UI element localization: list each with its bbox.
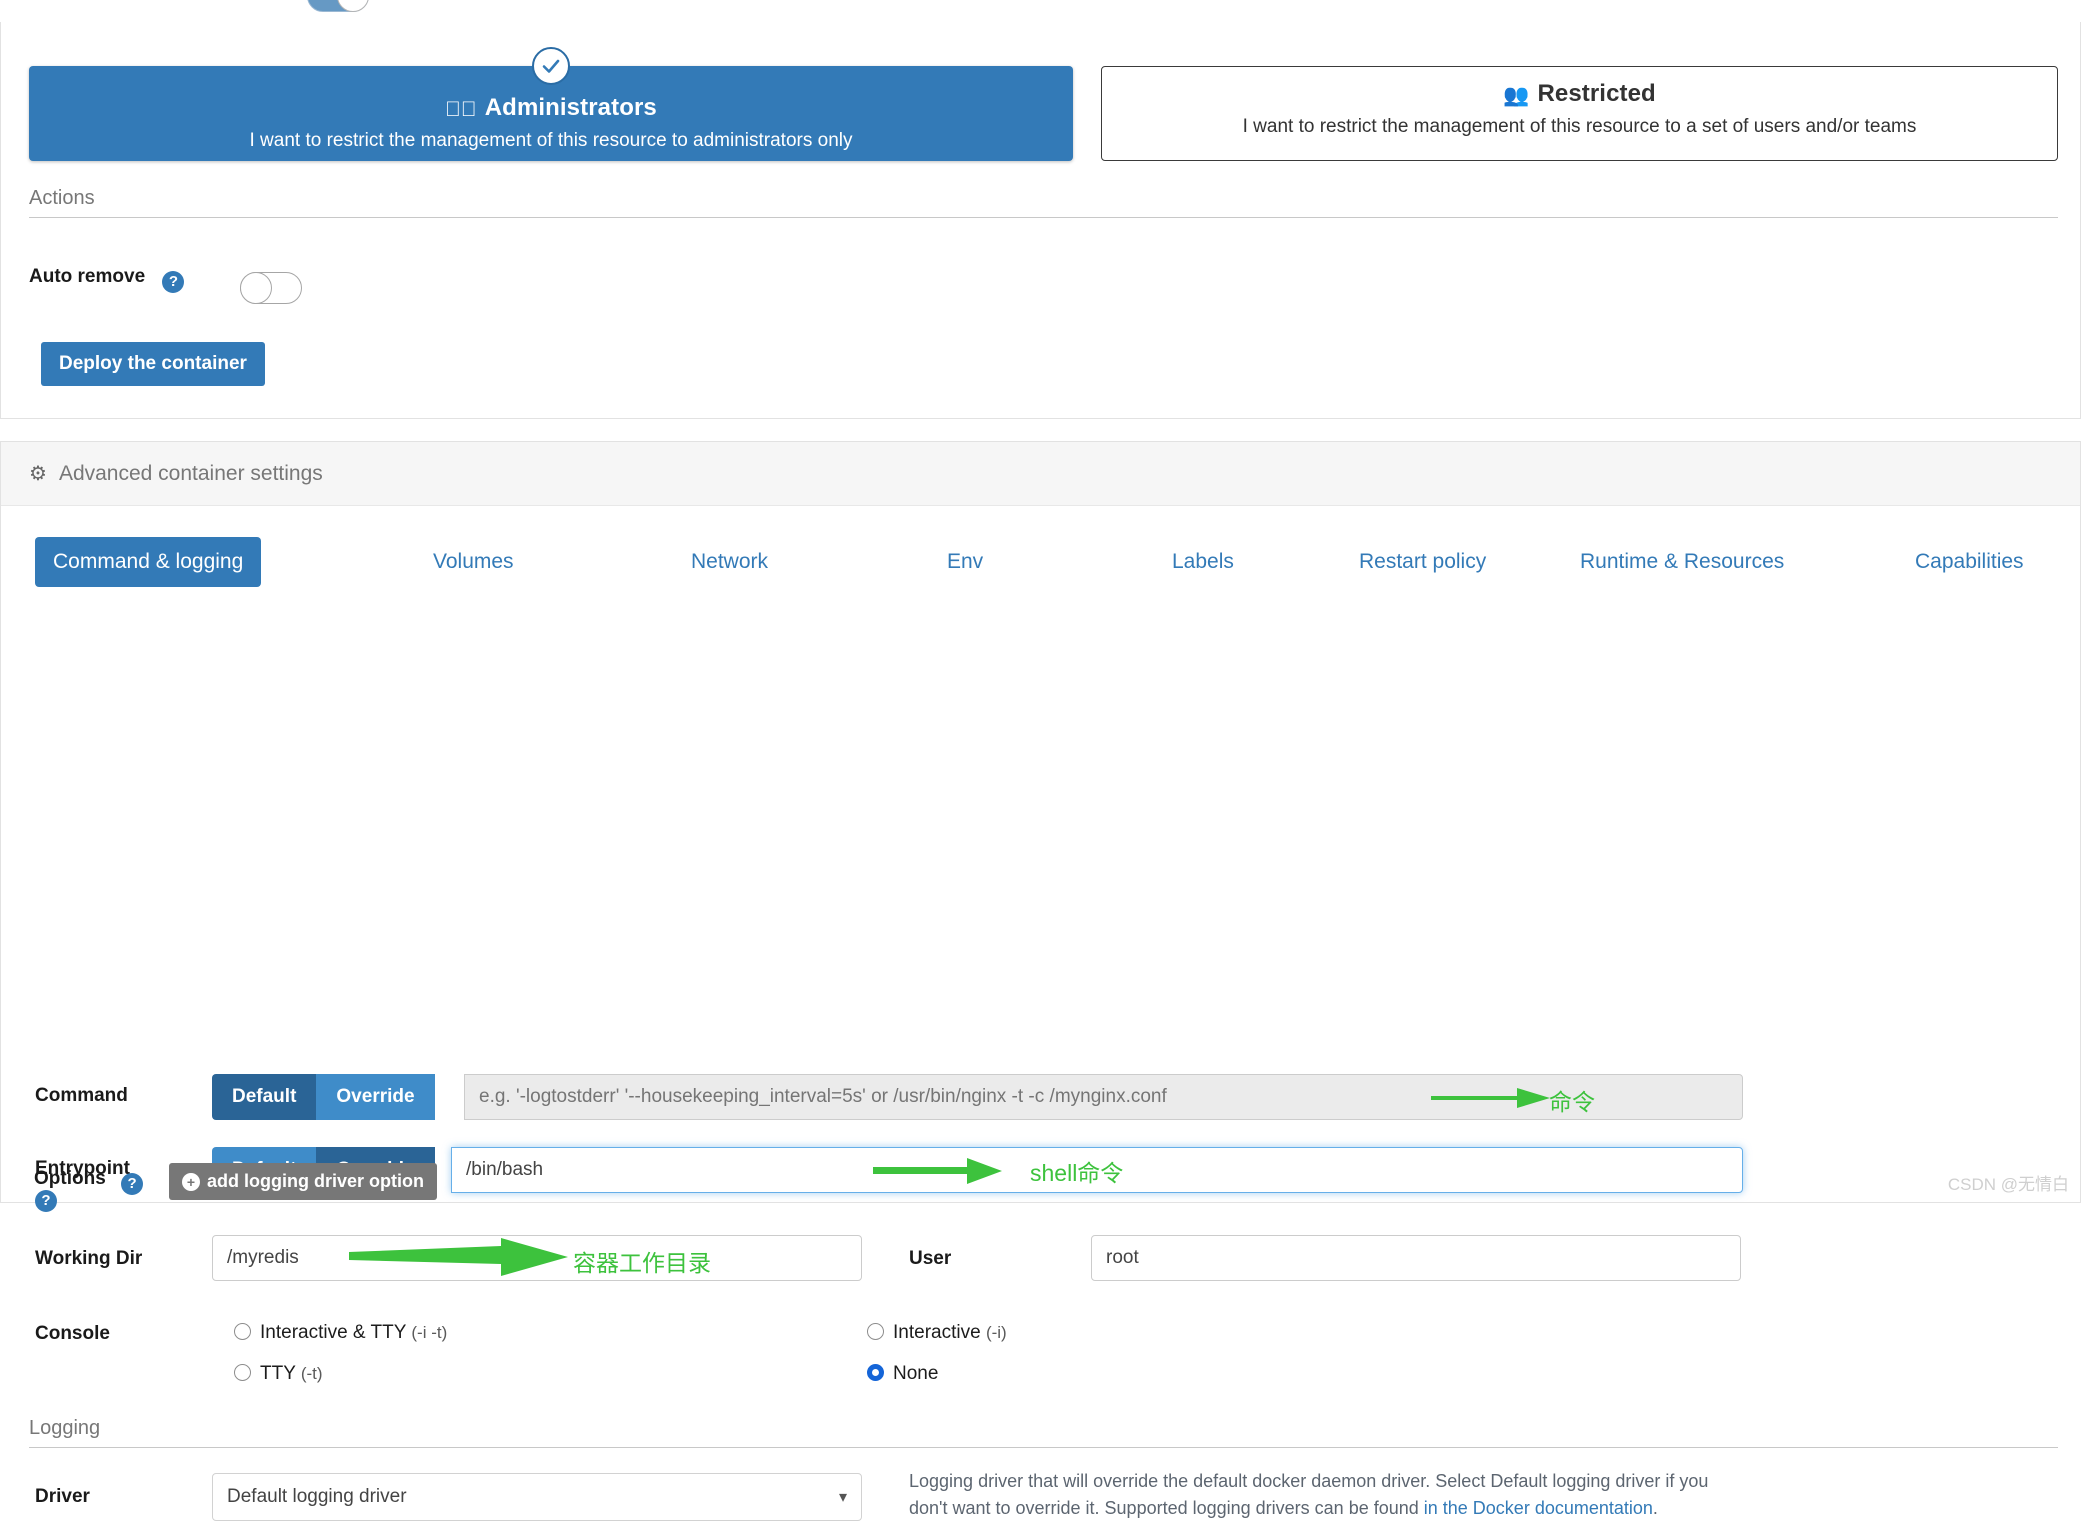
annotation-arrow-entrypoint [873, 1158, 1002, 1184]
auto-remove-toggle-knob [240, 272, 272, 304]
annotation-label-working-dir: 容器工作目录 [573, 1250, 711, 1276]
annotation-arrow-working-dir [349, 1238, 568, 1276]
console-radio-none[interactable]: None [867, 1363, 938, 1385]
console-label: Console [35, 1323, 110, 1344]
console-radio-interactive[interactable]: Interactive (-i) [867, 1322, 1007, 1344]
add-logging-driver-option-label: add logging driver option [207, 1171, 424, 1191]
logging-driver-select-value: Default logging driver [227, 1486, 407, 1507]
radio-indicator [234, 1364, 251, 1381]
actions-section-header: Actions [29, 187, 2058, 218]
tab-capabilities[interactable]: Capabilities [1897, 537, 2042, 587]
user-label: User [909, 1248, 952, 1269]
settings-tabs: Command & logging Volumes Network Env La… [35, 537, 2045, 587]
access-option-administrators-subtitle: I want to restrict the management of thi… [249, 130, 853, 151]
logging-driver-select[interactable]: Default logging driver ▾ [212, 1473, 862, 1521]
command-mode-group: Default Override [212, 1074, 435, 1120]
access-option-administrators[interactable]: 👁⃝ Administrators I want to restrict the … [29, 47, 1073, 161]
tab-runtime-and-resources[interactable]: Runtime & Resources [1562, 537, 1802, 587]
logging-driver-label: Driver [35, 1486, 90, 1507]
command-default-button[interactable]: Default [212, 1074, 317, 1120]
access-option-restricted-subtitle: I want to restrict the management of thi… [1242, 116, 1917, 137]
console-radio-tty[interactable]: TTY (-t) [234, 1363, 323, 1385]
top-toggle-knob [337, 0, 369, 12]
console-radio-interactive-tty[interactable]: Interactive & TTY (-i -t) [234, 1322, 447, 1344]
command-override-button[interactable]: Override [316, 1074, 435, 1120]
auto-remove-toggle[interactable] [240, 272, 302, 304]
options-help-icon[interactable]: ? [121, 1172, 144, 1195]
logging-driver-help-text: Logging driver that will override the de… [909, 1468, 1734, 1521]
annotation-label-entrypoint: shell命令 [1030, 1160, 1124, 1186]
chevron-down-icon: ▾ [838, 1489, 847, 1506]
help-icon[interactable]: ? [162, 270, 185, 293]
radio-indicator [234, 1323, 251, 1340]
add-logging-driver-option-button[interactable]: + add logging driver option [169, 1163, 437, 1200]
gear-icon: ⚙ [29, 463, 47, 485]
tab-volumes[interactable]: Volumes [415, 537, 532, 587]
access-option-restricted-title: 👥 Restricted [1503, 80, 1656, 107]
auto-remove-label: Auto remove ? [29, 266, 185, 293]
tab-env[interactable]: Env [929, 537, 1001, 587]
radio-indicator [867, 1323, 884, 1340]
command-label: Command [35, 1085, 128, 1106]
logging-options-label: Options ? [34, 1168, 144, 1195]
advanced-settings-title: Advanced container settings [58, 461, 323, 485]
user-input[interactable] [1091, 1235, 1741, 1281]
top-partial-strip [0, 0, 2081, 22]
top-toggle-switch[interactable] [307, 0, 369, 12]
working-dir-label: Working Dir [35, 1248, 143, 1269]
advanced-settings-header: ⚙ Advanced container settings [1, 442, 2080, 506]
access-option-administrators-title: 👁⃝ Administrators [445, 94, 657, 121]
annotation-label-command: 命令 [1549, 1089, 1595, 1115]
access-control-options: 👁⃝ Administrators I want to restrict the … [29, 47, 2058, 166]
radio-indicator-selected [867, 1364, 884, 1381]
tab-restart-policy[interactable]: Restart policy [1341, 537, 1504, 587]
docker-documentation-link[interactable]: in the Docker documentation [1424, 1498, 1653, 1518]
tab-command-and-logging[interactable]: Command & logging [35, 537, 262, 587]
deploy-container-button[interactable]: Deploy the container [41, 342, 265, 386]
check-circle-icon [532, 47, 570, 85]
users-icon: 👥 [1503, 84, 1530, 107]
watermark: CSDN @无情白 [1947, 1175, 2069, 1194]
logging-section-header: Logging [29, 1417, 2058, 1448]
tab-labels[interactable]: Labels [1154, 537, 1252, 587]
logging-driver-help-part2: . [1652, 1497, 1658, 1518]
access-control-card: 👁⃝ Administrators I want to restrict the … [0, 22, 2081, 419]
eye-slash-icon: 👁⃝ [445, 98, 477, 121]
access-option-restricted[interactable]: 👥 Restricted I want to restrict the manag… [1101, 66, 2058, 161]
annotation-arrow-command [1431, 1088, 1550, 1108]
advanced-container-settings-card: ⚙ Advanced container settings Command & … [0, 441, 2081, 1521]
plus-circle-icon: + [182, 1172, 200, 1191]
tab-network[interactable]: Network [673, 537, 786, 587]
